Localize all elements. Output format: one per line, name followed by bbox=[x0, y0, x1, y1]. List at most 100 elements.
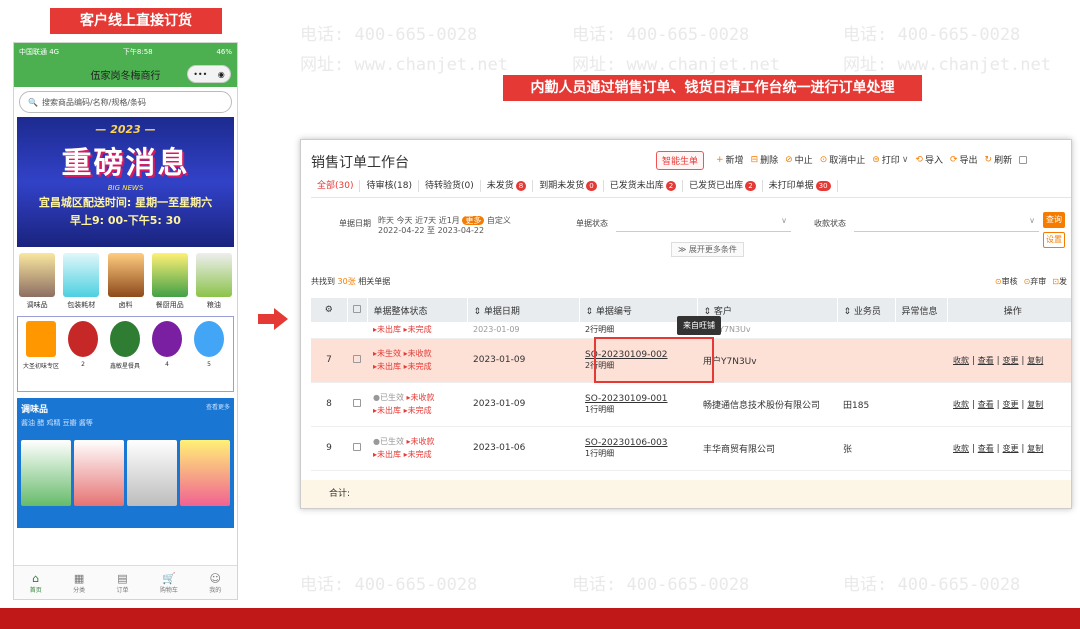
copy-link[interactable]: 复制 bbox=[1027, 400, 1043, 409]
ship-button[interactable]: ⊡发 bbox=[1052, 276, 1067, 287]
close-icon[interactable]: ◉ bbox=[218, 70, 225, 79]
tab-overdue[interactable]: 到期未发货 0 bbox=[533, 180, 604, 192]
export-button[interactable]: ⟳ 导出 bbox=[950, 153, 978, 167]
tab-not-shipped[interactable]: 未发货 8 bbox=[481, 180, 534, 192]
plus-icon: + bbox=[716, 154, 724, 165]
more-icon[interactable]: ••• bbox=[193, 70, 207, 79]
more-dates-button[interactable]: 更多 bbox=[462, 216, 485, 225]
stop-button[interactable]: ⊘ 中止 bbox=[785, 153, 813, 167]
date-quick-options[interactable]: 昨天 今天 近7天 近1月 更多 自定义 2022-04-22 至 2023-0… bbox=[378, 216, 511, 236]
tab-profile[interactable]: ☺ 我的 bbox=[209, 572, 221, 594]
column-header[interactable]: ⇕ 业务员 bbox=[837, 298, 896, 322]
category-item[interactable]: 粮油 bbox=[195, 253, 233, 310]
select-all-header[interactable] bbox=[347, 298, 368, 322]
category-item[interactable]: 餐厨用品 bbox=[151, 253, 189, 310]
featured-item[interactable]: 2 bbox=[64, 321, 102, 387]
date-range: 2022-04-22 至 2023-04-22 bbox=[378, 226, 485, 235]
product-search-input[interactable]: 🔍 搜索商品编码/名称/规格/条码 bbox=[19, 91, 232, 113]
change-link[interactable]: 变更 bbox=[1003, 356, 1019, 365]
custom-date-link[interactable]: 自定义 bbox=[487, 216, 511, 225]
row-index: 9 bbox=[311, 426, 347, 471]
promo-delivery-days: 宜昌城区配送时间: 星期一至星期六 bbox=[38, 196, 213, 209]
category-item[interactable]: 卤料 bbox=[106, 253, 144, 310]
collect-link[interactable]: 收款 bbox=[953, 444, 969, 453]
featured-image bbox=[68, 321, 98, 357]
tab-shipped-not-out[interactable]: 已发货未出库 2 bbox=[604, 180, 684, 192]
category-image bbox=[195, 253, 232, 297]
select-all-checkbox[interactable] bbox=[353, 304, 361, 313]
status-select[interactable]: ∨ bbox=[616, 216, 791, 232]
mini-program-capsule[interactable]: ••• ◉ bbox=[187, 65, 231, 83]
cancel-stop-button[interactable]: ⊙ 取消中止 bbox=[819, 153, 866, 167]
view-link[interactable]: 查看 bbox=[978, 356, 994, 365]
product-row bbox=[21, 440, 230, 506]
row-status: ▸未生效 ▸未收款 ▸未出库 ▸未完成 bbox=[367, 338, 467, 383]
view-link[interactable]: 查看 bbox=[978, 400, 994, 409]
tab-pending-inspection[interactable]: 待转验货(0) bbox=[419, 180, 481, 192]
category-item[interactable]: 调味品 bbox=[18, 253, 56, 310]
featured-item[interactable]: 5 bbox=[190, 321, 228, 387]
featured-item[interactable]: 鑫敏星餐具 bbox=[106, 321, 144, 387]
product-card[interactable] bbox=[21, 440, 71, 506]
sales-order-workbench: 销售订单工作台 智能生单 + 新增 ⊟ 删除 ⊘ 中止 ⊙ 取消中止 ⊜ 打印 ∨ ⟲ 导入 … bbox=[300, 139, 1072, 509]
product-card[interactable] bbox=[127, 440, 177, 506]
tab-category[interactable]: ▦ 分类 bbox=[73, 572, 85, 594]
change-link[interactable]: 变更 bbox=[1003, 400, 1019, 409]
query-button[interactable]: 查询 bbox=[1043, 212, 1065, 228]
staff-label: 内勤人员通过销售订单、钱货日清工作台统一进行订单处理 bbox=[503, 75, 922, 101]
toolbar: + 新增 ⊟ 删除 ⊘ 中止 ⊙ 取消中止 ⊜ 打印 ∨ ⟲ 导入 ⟳ 导出 ↻ 刷新 bbox=[716, 153, 1028, 167]
tab-pending-review[interactable]: 待审核(18) bbox=[360, 180, 419, 192]
unapprove-button[interactable]: ⊙弃审 bbox=[1024, 276, 1047, 287]
expand-conditions-button[interactable]: ≫ 展开更多条件 bbox=[671, 242, 744, 257]
status-tabs: 全部(30) 待审核(18) 待转验货(0) 未发货 8 到期未发货 0 已发货未出… bbox=[311, 180, 1071, 198]
copy-link[interactable]: 复制 bbox=[1027, 356, 1043, 365]
search-icon: 🔍 bbox=[28, 97, 38, 107]
copy-link[interactable]: 复制 bbox=[1027, 444, 1043, 453]
receipt-select[interactable]: ∨ bbox=[854, 216, 1039, 232]
column-header[interactable]: ⇕ 单据日期 bbox=[467, 298, 580, 322]
settings-button[interactable]: 设置 bbox=[1043, 232, 1065, 248]
collect-link[interactable]: 收款 bbox=[953, 400, 969, 409]
gear-icon[interactable]: ⚙ bbox=[325, 305, 333, 315]
row-checkbox[interactable] bbox=[353, 354, 361, 363]
undo-icon: ⊙ bbox=[819, 154, 828, 165]
user-icon: ☺ bbox=[209, 571, 221, 585]
tab-cart[interactable]: 🛒 购物车 bbox=[160, 572, 178, 594]
table-row[interactable]: 9 ●已生效 ▸未收款 ▸未出库 ▸未完成 2023-01-06 SO-2023… bbox=[311, 426, 1071, 471]
featured-item[interactable]: 4 bbox=[148, 321, 186, 387]
smart-order-button[interactable]: 智能生单 bbox=[656, 151, 705, 170]
tab-home[interactable]: ⌂ 首页 bbox=[30, 572, 42, 594]
column-settings-checkbox[interactable] bbox=[1019, 153, 1028, 166]
refresh-button[interactable]: ↻ 刷新 bbox=[985, 153, 1013, 167]
collect-link[interactable]: 收款 bbox=[953, 356, 969, 365]
tab-unprinted[interactable]: 未打印单据 30 bbox=[763, 180, 838, 192]
tab-all[interactable]: 全部(30) bbox=[311, 180, 361, 192]
row-exception bbox=[895, 382, 947, 427]
shop-name: 伍家岗冬梅商行 bbox=[90, 70, 161, 82]
tab-orders[interactable]: ▤ 订单 bbox=[116, 572, 128, 594]
row-checkbox[interactable] bbox=[353, 442, 361, 451]
column-header[interactable]: 单据整体状态 bbox=[367, 298, 468, 322]
product-card[interactable] bbox=[180, 440, 230, 506]
column-settings-header[interactable]: ⚙ bbox=[311, 298, 348, 322]
table-row[interactable]: 8 ●已生效 ▸未收款 ▸未出库 ▸未完成 2023-01-09 SO-2023… bbox=[311, 382, 1071, 427]
see-more-link[interactable]: 查看更多 bbox=[206, 402, 230, 415]
result-count: 共找到 30张 相关单据 bbox=[311, 277, 391, 286]
promo-banner[interactable]: — 2023 — 重磅消息 BIG NEWS 宜昌城区配送时间: 星期一至星期六… bbox=[17, 117, 234, 247]
category-item[interactable]: 包装耗材 bbox=[62, 253, 100, 310]
row-checkbox[interactable] bbox=[353, 398, 361, 407]
featured-item[interactable]: 大圣初味专区 bbox=[22, 321, 60, 387]
print-button[interactable]: ⊜ 打印 ∨ bbox=[872, 153, 908, 167]
import-button[interactable]: ⟲ 导入 bbox=[915, 153, 943, 167]
add-button[interactable]: + 新增 bbox=[716, 153, 744, 167]
change-link[interactable]: 变更 bbox=[1003, 444, 1019, 453]
row-actions: 收款 | 查看 | 变更 | 复制 bbox=[947, 426, 1071, 471]
tab-shipped-out[interactable]: 已发货已出库 2 bbox=[683, 180, 763, 192]
order-number-link[interactable]: SO-20230109-001 bbox=[585, 394, 697, 404]
approve-button[interactable]: ⊙审核 bbox=[995, 276, 1018, 287]
product-card[interactable] bbox=[74, 440, 124, 506]
delete-button[interactable]: ⊟ 删除 bbox=[751, 153, 779, 167]
row-index: 8 bbox=[311, 382, 347, 427]
view-link[interactable]: 查看 bbox=[978, 444, 994, 453]
order-number-link[interactable]: SO-20230106-003 bbox=[585, 438, 697, 448]
